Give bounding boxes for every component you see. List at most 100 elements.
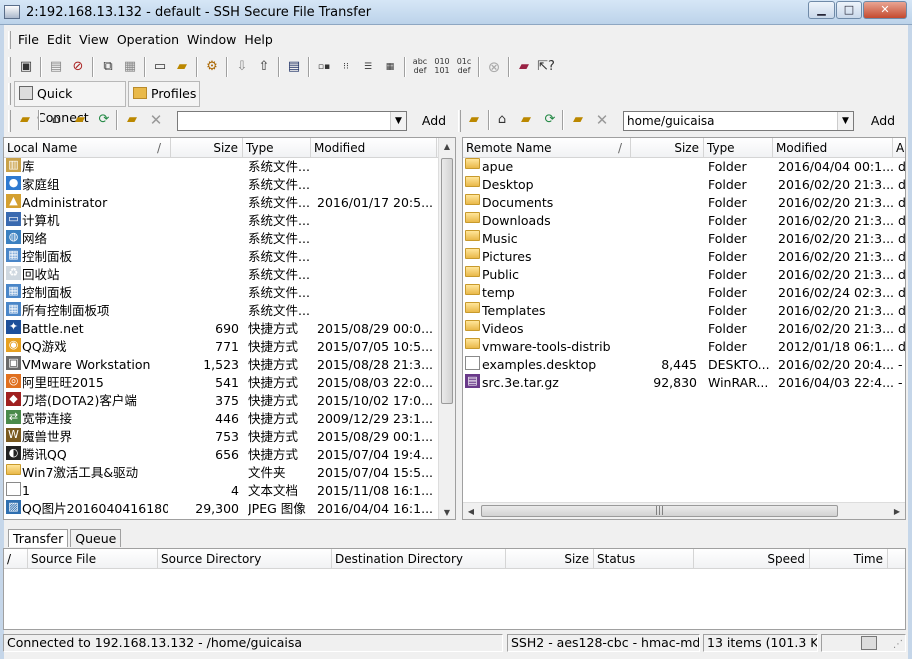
column-source-file[interactable]: Source File xyxy=(28,549,158,569)
stop-icon[interactable]: ⊗ xyxy=(484,57,504,77)
parent-folder-icon[interactable]: ▰ xyxy=(464,110,484,130)
context-help-icon[interactable]: ⇱? xyxy=(536,57,556,77)
remote-horizontal-scrollbar[interactable]: ◀ ||| ▶ xyxy=(463,502,905,519)
column-size[interactable]: Size xyxy=(631,138,704,158)
scroll-right-icon[interactable]: ▶ xyxy=(889,503,905,519)
details-view-icon[interactable]: ▦ xyxy=(380,57,400,77)
disconnect-icon[interactable]: ⊘ xyxy=(68,57,88,77)
remote-file-pane[interactable]: Remote Name / Size Type Modified A apue F… xyxy=(462,137,906,520)
refresh-icon[interactable]: ⟳ xyxy=(94,110,114,130)
scroll-up-icon[interactable]: ▲ xyxy=(439,138,455,155)
scroll-left-icon[interactable]: ◀ xyxy=(463,503,479,519)
download-arrow-icon[interactable]: ⇩ xyxy=(232,57,252,77)
file-modified: 2016/02/20 21:3... xyxy=(778,213,893,228)
save-icon[interactable]: ▣ xyxy=(16,57,36,77)
transfer-tabs: Transfer Queue xyxy=(8,529,123,547)
chevron-down-icon[interactable]: ▼ xyxy=(837,112,853,130)
transfer-column-header: / Source File Source Directory Destinati… xyxy=(4,549,905,569)
new-folder-icon[interactable]: ▰ xyxy=(122,110,142,130)
refresh-icon[interactable]: ⟳ xyxy=(540,110,560,130)
help-book-icon[interactable]: ▰ xyxy=(514,57,534,77)
column-direction[interactable]: / xyxy=(4,549,28,569)
home-icon[interactable]: ⌂ xyxy=(492,110,512,130)
up-folder-icon[interactable]: ▰ xyxy=(70,110,90,130)
sort-indicator-icon: / xyxy=(618,141,623,155)
column-status[interactable]: Status xyxy=(594,549,694,569)
close-button[interactable]: ✕ xyxy=(863,1,907,19)
column-remote-name[interactable]: Remote Name xyxy=(463,138,631,158)
tab-transfer[interactable]: Transfer xyxy=(8,529,69,547)
scroll-thumb[interactable]: ||| xyxy=(481,505,838,517)
menu-grip[interactable] xyxy=(8,31,11,49)
column-speed[interactable]: Speed xyxy=(694,549,810,569)
delete-icon[interactable]: ✕ xyxy=(592,110,612,130)
local-toolbar-grip[interactable] xyxy=(8,110,11,132)
profiles-label: Profiles xyxy=(151,86,197,101)
column-time[interactable]: Time xyxy=(810,549,888,569)
column-destination-directory[interactable]: Destination Directory xyxy=(332,549,506,569)
toolbar-separator xyxy=(278,57,280,77)
column-type[interactable]: Type xyxy=(704,138,773,158)
file-name: 宽带连接 xyxy=(22,411,73,426)
remote-path-combo[interactable]: home/guicaisa ▼ xyxy=(623,111,854,131)
local-file-pane[interactable]: Local Name / Size Type Modified ▥ 库系统文件..… xyxy=(3,137,456,520)
column-type[interactable]: Type xyxy=(243,138,311,158)
file-type: Folder xyxy=(708,285,747,300)
quick-connect-button[interactable]: Quick Connect xyxy=(14,81,126,125)
new-file-transfer-icon[interactable]: ▰ xyxy=(172,57,192,77)
column-source-directory[interactable]: Source Directory xyxy=(158,549,332,569)
binary-mode-icon[interactable]: 010 101 xyxy=(432,57,452,77)
auto-mode-icon[interactable]: 01c def xyxy=(454,57,474,77)
menu-help[interactable]: Help xyxy=(240,29,277,51)
profiles-button[interactable]: Profiles xyxy=(128,81,200,107)
settings-icon[interactable]: ⚙ xyxy=(202,57,222,77)
broadband-icon: ⇄ xyxy=(6,410,21,424)
print-icon[interactable]: ▤ xyxy=(46,57,66,77)
new-terminal-icon[interactable]: ▭ xyxy=(150,57,170,77)
column-size[interactable]: Size xyxy=(506,549,594,569)
parent-folder-icon[interactable]: ▰ xyxy=(15,110,35,130)
window-view-icon[interactable]: ▤ xyxy=(284,57,304,77)
column-modified[interactable]: Modified xyxy=(311,138,437,158)
large-icons-view-icon[interactable]: ▫▪ xyxy=(314,57,334,77)
tab-queue[interactable]: Queue xyxy=(70,529,122,547)
column-attributes[interactable]: A xyxy=(893,138,905,158)
library-icon: ▥ xyxy=(6,158,21,172)
quickbar-grip[interactable] xyxy=(8,83,11,105)
folder-icon xyxy=(465,266,480,277)
delete-icon[interactable]: ✕ xyxy=(146,110,166,130)
menu-operation[interactable]: Operation xyxy=(113,29,183,51)
local-add-button[interactable]: Add xyxy=(414,110,454,132)
maximize-button[interactable]: □ xyxy=(836,1,862,19)
scroll-down-icon[interactable]: ▼ xyxy=(439,504,455,519)
copy-icon[interactable]: ⧉ xyxy=(98,57,118,77)
column-modified[interactable]: Modified xyxy=(773,138,893,158)
toolbar-grip[interactable] xyxy=(8,57,11,77)
remote-add-button[interactable]: Add xyxy=(863,110,903,132)
upload-arrow-icon[interactable]: ⇧ xyxy=(254,57,274,77)
new-folder-icon[interactable]: ▰ xyxy=(568,110,588,130)
menu-edit[interactable]: Edit xyxy=(43,29,75,51)
toolbar-separator xyxy=(478,57,480,77)
scroll-thumb[interactable] xyxy=(441,158,453,404)
paste-icon[interactable]: ▦ xyxy=(120,57,140,77)
menu-window[interactable]: Window xyxy=(183,29,240,51)
column-local-name[interactable]: Local Name xyxy=(4,138,171,158)
ascii-mode-icon[interactable]: abc def xyxy=(410,57,430,77)
remote-toolbar-grip[interactable] xyxy=(458,110,461,132)
minimize-button[interactable]: ▁ xyxy=(808,1,835,19)
home-icon[interactable]: ⌂ xyxy=(46,110,66,130)
list-view-icon[interactable]: ☰ xyxy=(358,57,378,77)
menu-file[interactable]: File xyxy=(14,29,43,51)
resize-grip-icon[interactable]: ⋰ xyxy=(893,637,903,651)
local-vertical-scrollbar[interactable]: ▲ ▼ xyxy=(438,138,455,519)
small-icons-view-icon[interactable]: ⁝⁝ xyxy=(336,57,356,77)
file-name: Administrator xyxy=(22,195,108,210)
column-size[interactable]: Size xyxy=(171,138,243,158)
transfer-list[interactable]: / Source File Source Directory Destinati… xyxy=(3,548,906,630)
menu-view[interactable]: View xyxy=(75,29,113,51)
up-folder-icon[interactable]: ▰ xyxy=(516,110,536,130)
chevron-down-icon[interactable]: ▼ xyxy=(390,112,406,130)
toolbar-separator xyxy=(226,57,228,77)
local-path-combo[interactable]: ▼ xyxy=(177,111,407,131)
